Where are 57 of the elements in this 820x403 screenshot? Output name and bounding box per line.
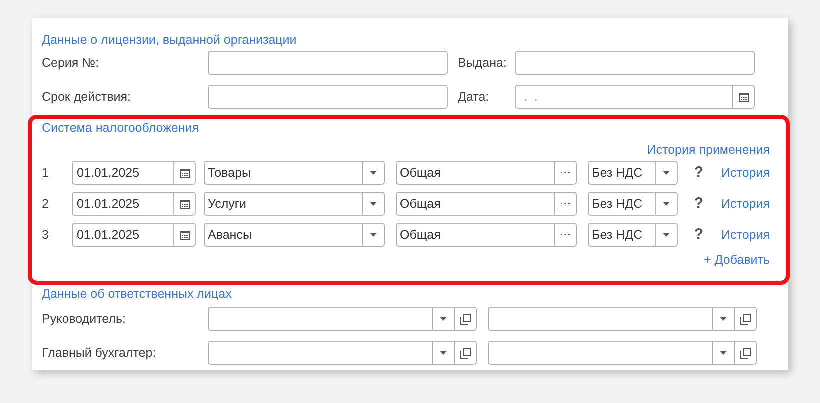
history-link[interactable]: История xyxy=(722,164,770,182)
caret-icon xyxy=(663,233,670,237)
date-field[interactable]: 01.01.2025 xyxy=(72,192,196,216)
history-link[interactable]: История xyxy=(722,194,770,214)
person-field[interactable] xyxy=(488,307,757,331)
section-title: Данные о лицензии, выданной организации xyxy=(42,32,297,48)
system-field[interactable]: Общая xyxy=(396,223,577,247)
help-button[interactable]: ? xyxy=(693,162,705,184)
section-title: Данные об ответственных лицах xyxy=(42,286,232,302)
calendar-icon xyxy=(738,92,748,102)
section-title: Система налогообложения xyxy=(42,120,200,136)
field-label: Дата: xyxy=(457,88,490,106)
input-field[interactable] xyxy=(208,51,448,75)
open-window-icon xyxy=(740,348,751,358)
caret-icon xyxy=(663,171,670,175)
calendar-icon xyxy=(180,199,190,209)
open-window-icon xyxy=(740,314,751,324)
open-window-icon xyxy=(460,314,471,324)
system-field[interactable]: Общая xyxy=(396,161,577,185)
caret-icon xyxy=(440,351,447,355)
vat-dropdown[interactable]: Без НДС xyxy=(588,192,678,216)
help-button[interactable]: ? xyxy=(693,224,705,246)
calendar-icon xyxy=(180,230,190,240)
caret-icon xyxy=(720,351,727,355)
field-label: Главный бухгалтер: xyxy=(42,344,158,362)
person-field[interactable] xyxy=(488,341,757,365)
date-field[interactable]: 01.01.2025 xyxy=(72,223,196,247)
input-field[interactable] xyxy=(208,85,448,109)
caret-icon xyxy=(663,202,670,206)
row-number: 2 xyxy=(42,196,50,213)
caret-icon xyxy=(370,171,377,175)
caret-icon xyxy=(720,317,727,321)
person-field[interactable] xyxy=(208,307,477,331)
kind-dropdown[interactable]: Услуги xyxy=(204,192,385,216)
help-button[interactable]: ? xyxy=(693,192,705,216)
system-field[interactable]: Общая xyxy=(396,192,577,216)
history-link[interactable]: История применения xyxy=(647,142,770,158)
caret-icon xyxy=(370,233,377,237)
field-label: Срок действия: xyxy=(42,88,132,106)
input-field[interactable] xyxy=(515,51,755,75)
add-link[interactable]: + Добавить xyxy=(704,252,770,268)
kind-dropdown[interactable]: Товары xyxy=(204,161,385,185)
field-label: Руководитель: xyxy=(42,310,128,328)
field-label: Выдана: xyxy=(457,54,508,72)
person-field[interactable] xyxy=(208,341,477,365)
caret-icon xyxy=(440,317,447,321)
open-window-icon xyxy=(460,348,471,358)
row-number: 3 xyxy=(42,226,50,244)
field-label: Серия №: xyxy=(42,54,100,72)
history-link[interactable]: История xyxy=(722,226,770,244)
vat-dropdown[interactable]: Без НДС xyxy=(588,223,678,247)
vat-dropdown[interactable]: Без НДС xyxy=(588,161,678,185)
calendar-icon xyxy=(180,168,190,178)
row-number: 1 xyxy=(42,164,50,182)
date-field[interactable]: 01.01.2025 xyxy=(72,161,196,185)
caret-icon xyxy=(370,202,377,206)
kind-dropdown[interactable]: Авансы xyxy=(204,223,385,247)
